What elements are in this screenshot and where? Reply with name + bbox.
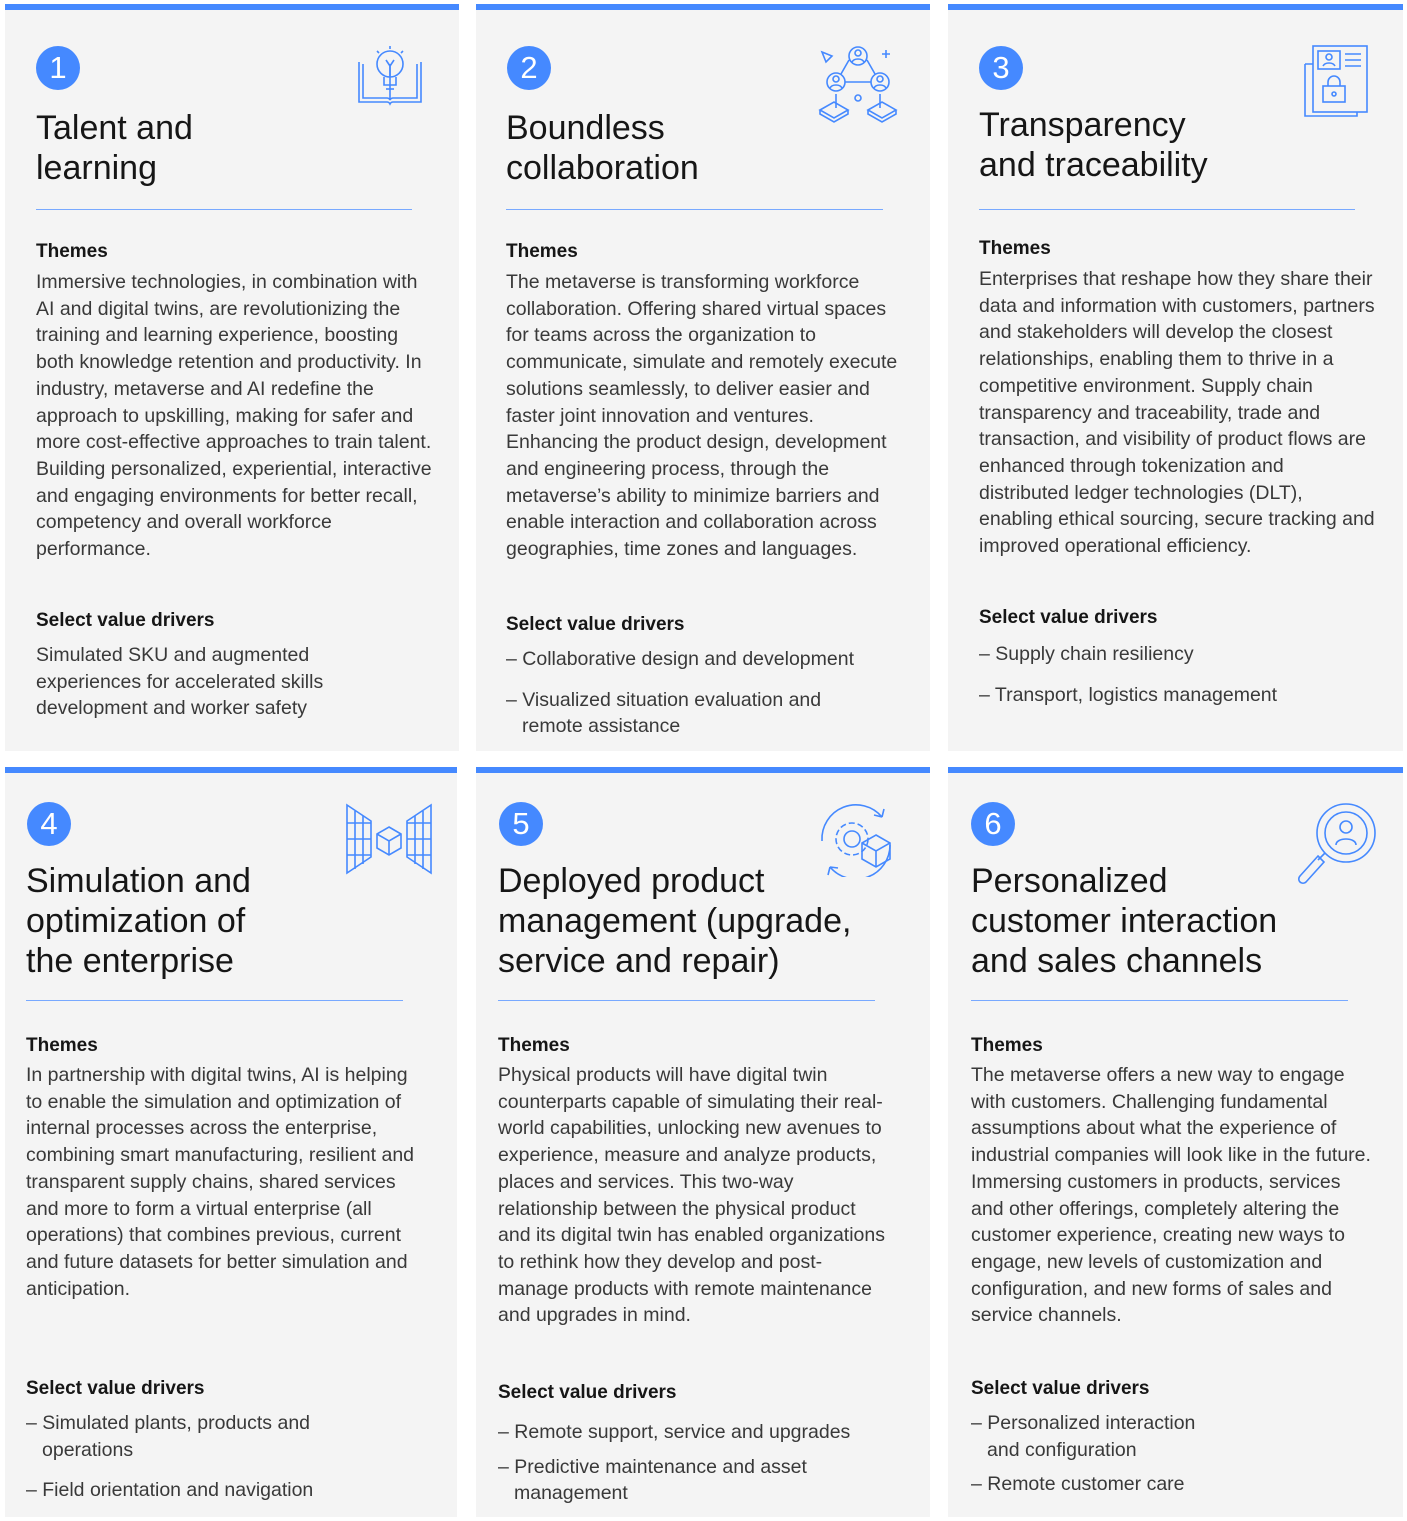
card-personalized-customer: 6 Personalized customer interaction and … — [948, 767, 1403, 1517]
card-number: 4 — [27, 802, 71, 846]
card-transparency-traceability: 3 Transparency and traceability Themes E… — [948, 4, 1403, 751]
themes-label: Themes — [506, 241, 578, 262]
drivers-label: Select value drivers — [26, 1378, 205, 1399]
driver-item: – Transport, logistics management — [979, 683, 1278, 706]
card-title: Transparency and traceability — [979, 106, 1208, 184]
divider — [979, 209, 1355, 210]
card-number: 5 — [499, 802, 543, 846]
mirrored-cube-icon — [345, 803, 433, 875]
divider — [498, 1000, 875, 1001]
themes-text: Enterprises that reshape how they share … — [979, 268, 1375, 558]
card-talent-learning: 1 Talent and learning Themes Immersive t… — [5, 4, 459, 751]
driver-item: Simulated SKU and augmented experiences … — [36, 644, 324, 719]
themes-text: The metaverse is transforming workforce … — [506, 271, 898, 561]
driver-item: – Remote support, service and upgrades — [498, 1421, 851, 1443]
themes-label: Themes — [36, 241, 108, 262]
themes-text: In partnership with digital twins, AI is… — [26, 1064, 415, 1300]
drivers-label: Select value drivers — [979, 607, 1158, 628]
driver-item: – Collaborative design and development — [506, 648, 854, 670]
drivers-label: Select value drivers — [506, 614, 685, 635]
secure-document-icon — [1303, 44, 1371, 120]
drivers-list: – Supply chain resiliency – Transport, l… — [979, 641, 1375, 722]
themes-text: The metaverse offers a new way to engage… — [971, 1064, 1371, 1327]
card-deployed-product-management: 5 Deployed product management (upgrade, … — [476, 767, 930, 1517]
themes-label: Themes — [979, 238, 1051, 259]
card-title: Talent and learning — [36, 109, 193, 187]
driver-item: – Supply chain resiliency — [979, 643, 1194, 665]
card-title: Deployed product management (upgrade, se… — [498, 862, 852, 980]
drivers-list: Simulated SKU and augmented experiences … — [36, 642, 366, 736]
themes-label: Themes — [498, 1035, 570, 1056]
drivers-label: Select value drivers — [36, 610, 215, 631]
people-network-icon — [816, 44, 902, 126]
card-number: 1 — [36, 46, 80, 90]
driver-item: – Simulated plants, products and operati… — [26, 1412, 311, 1461]
driver-item: – Predictive maintenance and asset manag… — [498, 1455, 807, 1505]
themes-text: Physical products will have digital twin… — [498, 1064, 886, 1327]
card-simulation-optimization: 4 Simulation and optimization of the ent… — [5, 767, 457, 1517]
themes-text: Immersive technologies, in combination w… — [36, 271, 432, 561]
card-number: 6 — [971, 802, 1015, 846]
divider — [36, 209, 412, 210]
themes-label: Themes — [971, 1035, 1043, 1056]
divider — [971, 1000, 1348, 1001]
drivers-list: – Remote support, service and upgrades –… — [498, 1419, 898, 1521]
divider — [506, 209, 883, 210]
card-number: 2 — [507, 46, 551, 90]
card-number: 3 — [979, 46, 1023, 90]
drivers-label: Select value drivers — [971, 1378, 1150, 1399]
themes-label: Themes — [26, 1035, 98, 1056]
divider — [26, 1000, 403, 1001]
card-title: Simulation and optimization of the enter… — [26, 862, 251, 980]
lightbulb-book-icon — [355, 44, 425, 108]
driver-item: – Field orientation and navigation — [26, 1479, 314, 1501]
drivers-list: – Collaborative design and development –… — [506, 646, 898, 754]
drivers-list: – Simulated plants, products and operati… — [26, 1410, 326, 1518]
drivers-label: Select value drivers — [498, 1382, 677, 1403]
card-boundless-collaboration: 2 Boundless collaboration Themes The met… — [476, 4, 930, 751]
driver-item: – Visualized situation evaluation and re… — [506, 688, 822, 738]
driver-item: – Remote customer care — [971, 1473, 1185, 1495]
card-title: Personalized customer interaction and sa… — [971, 862, 1278, 980]
magnifier-user-icon — [1296, 801, 1378, 885]
card-title: Boundless collaboration — [506, 109, 699, 187]
drivers-list: – Personalized interaction and configura… — [971, 1410, 1271, 1512]
driver-item: – Personalized interaction and configura… — [971, 1412, 1196, 1461]
